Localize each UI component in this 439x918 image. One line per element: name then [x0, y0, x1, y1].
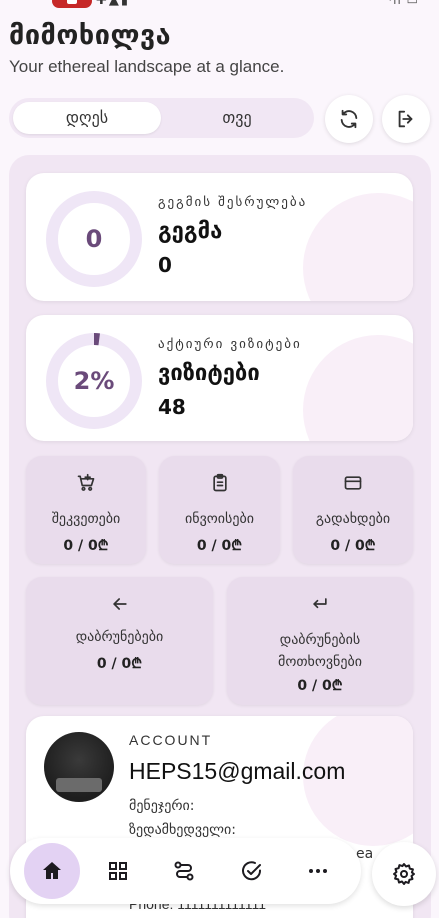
plan-card[interactable]: 0 გეგმის შესრულება გეგმა 0	[26, 173, 413, 301]
invoices-tile[interactable]: ინვოისები 0 / 0₾	[159, 456, 280, 564]
plan-label: გეგმის შესრულება	[158, 195, 308, 210]
clipboard-icon	[207, 470, 233, 496]
plan-number: 0	[158, 253, 172, 277]
visits-name: ვიზიტები	[158, 361, 260, 386]
grid-icon	[109, 862, 127, 880]
recording-icon	[52, 0, 92, 8]
page-subtitle: Your ethereal landscape at a glance.	[9, 57, 285, 76]
period-toggle: დღეს თვე	[9, 98, 314, 138]
payments-label: გადახდები	[315, 511, 391, 527]
refresh-button[interactable]	[325, 95, 373, 143]
nav-home[interactable]	[24, 843, 80, 899]
account-manager: მენეჯერი:	[129, 798, 195, 814]
bottom-navigation	[10, 838, 361, 904]
account-supervisor: ზედამხედველი:	[129, 822, 237, 838]
logout-button[interactable]	[382, 95, 430, 143]
nav-tasks[interactable]	[228, 847, 276, 895]
credit-card-icon	[340, 470, 366, 496]
account-label: ACCOUNT	[129, 732, 213, 748]
status-bar: ✚▲▮ ·ıl ▭	[0, 0, 439, 10]
nav-route[interactable]	[160, 847, 208, 895]
return-requests-tile[interactable]: დაბრუნების მოთხოვნები 0 / 0₾	[227, 577, 413, 705]
returns-label: დაბრუნებები	[75, 629, 164, 645]
system-icons: ·ıl ▭	[388, 0, 419, 7]
plan-name: გეგმა	[158, 219, 223, 244]
return-arrow-icon	[307, 591, 333, 617]
logout-icon	[398, 110, 413, 128]
period-month-option[interactable]: თვე	[163, 102, 311, 134]
invoices-label: ინვოისები	[185, 511, 254, 527]
orders-tile[interactable]: შეკვეთები 0 / 0₾	[26, 456, 146, 564]
gear-icon	[393, 863, 415, 885]
nav-grid[interactable]	[94, 847, 142, 895]
nav-more[interactable]	[294, 847, 342, 895]
arrow-left-icon	[107, 591, 133, 617]
route-icon	[174, 861, 194, 881]
visits-number: 48	[158, 395, 186, 419]
orders-value: 0 / 0₾	[63, 538, 109, 554]
settings-button[interactable]	[372, 842, 436, 906]
payments-tile[interactable]: გადახდები 0 / 0₾	[293, 456, 413, 564]
check-circle-icon	[242, 861, 262, 881]
refresh-icon	[340, 109, 358, 129]
cart-add-icon	[73, 470, 99, 496]
account-email: HEPS15@gmail.com	[129, 758, 346, 784]
payments-value: 0 / 0₾	[330, 538, 376, 554]
returns-value: 0 / 0₾	[96, 656, 143, 672]
visits-card[interactable]: 2% აქტიური ვიზიტები ვიზიტები 48	[26, 315, 413, 441]
plan-progress-value: 0	[85, 225, 103, 253]
return-requests-value: 0 / 0₾	[297, 678, 343, 694]
page-title: მიმოხილვა	[9, 20, 172, 51]
more-icon	[309, 869, 327, 873]
period-day-option[interactable]: დღეს	[13, 102, 161, 134]
avatar[interactable]	[44, 732, 114, 802]
home-icon	[43, 862, 61, 879]
returns-tile[interactable]: დაბრუნებები 0 / 0₾	[26, 577, 213, 705]
return-requests-label: დაბრუნების მოთხოვნები	[278, 632, 362, 670]
status-icons: ✚▲▮	[96, 0, 131, 8]
visits-label: აქტიური ვიზიტები	[158, 337, 302, 352]
invoices-value: 0 / 0₾	[196, 538, 243, 554]
visits-progress-value: 2%	[73, 367, 115, 395]
orders-label: შეკვეთები	[51, 511, 121, 527]
